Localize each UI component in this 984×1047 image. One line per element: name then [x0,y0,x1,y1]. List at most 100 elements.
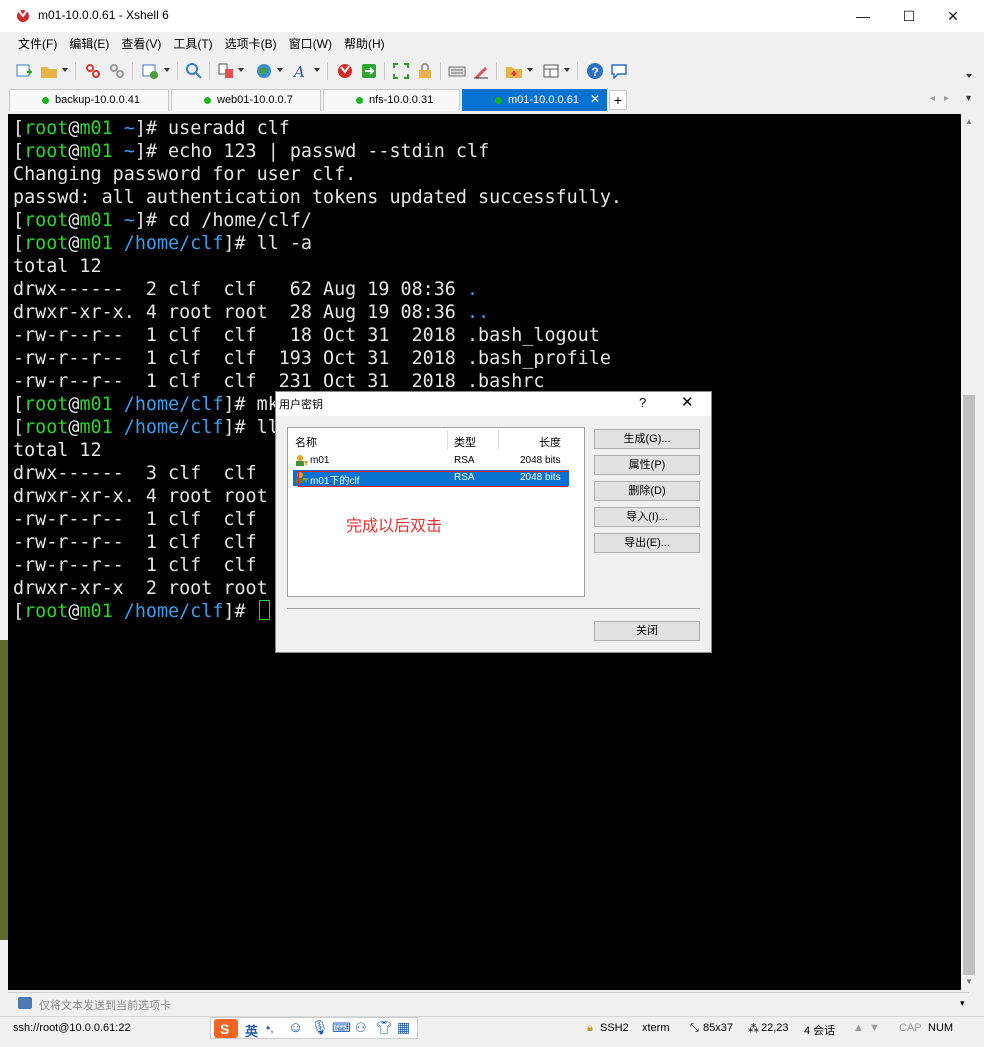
toolbar-separator [577,62,578,80]
add-tab-button[interactable]: + [609,90,627,110]
lock-icon[interactable] [416,62,434,80]
tab-close-icon[interactable]: ✕ [590,92,600,106]
menu-help[interactable]: 帮助(H) [326,32,391,54]
title-bar: m01-10.0.0.61 - Xshell 6 — ☐ ✕ [0,0,984,32]
protocol-label: SSH2 [600,1022,629,1034]
new-tab-folder-icon[interactable] [505,62,523,80]
export-button[interactable]: 导出(E)... [594,533,700,553]
terminal-text-segment: @ [68,394,80,415]
globe-icon[interactable] [255,62,273,80]
scrollbar-thumb[interactable] [963,395,975,975]
new-session-icon[interactable] [15,62,33,80]
chat-icon[interactable] [610,62,628,80]
delete-button[interactable]: 删除(D) [594,481,700,501]
keyboard-icon[interactable]: ⌨ [332,1020,351,1036]
terminal-line: drwxr-xr-x. 4 root root [13,485,268,508]
properties-dropdown-arrow[interactable] [164,68,170,72]
user-icon[interactable]: ⚇ [355,1020,367,1036]
scroll-down-icon[interactable]: ▼ [961,974,977,990]
tab-label: nfs-10.0.0.31 [369,94,434,106]
font-dropdown-arrow[interactable] [314,68,320,72]
terminal-line: Changing password for user clf. [13,163,356,186]
highlight-icon[interactable] [472,62,490,80]
terminal-line: -rw-r--r-- 1 clf clf 231 Oct 31 2018 .ba… [13,370,544,393]
sogou-logo-icon[interactable]: S [214,1019,238,1038]
window-title: m01-10.0.0.61 - Xshell 6 [38,8,169,22]
xshell-icon[interactable] [336,62,354,80]
folder-dropdown-arrow[interactable] [527,68,533,72]
xftp-icon[interactable] [360,62,378,80]
session-count: 4 会话 [804,1025,836,1037]
properties-icon[interactable] [141,62,159,80]
toolbox-icon[interactable]: ▦ [397,1019,410,1036]
column-header-length[interactable]: 长度 [539,434,561,450]
terminal-text-segment: drwxr-xr-x. 4 root root 28 Aug 19 08:36 [13,302,467,323]
key-list[interactable]: 名称 类型 长度 m01 RSA 2048 bits m01下的clf RSA … [287,427,585,597]
terminal-line: [root@m01 /home/clf]# ll [13,416,279,439]
toolbar-separator [177,62,178,80]
layout-icon[interactable] [542,62,560,80]
tab-scroll-right-icon[interactable]: ▸ [944,93,949,104]
column-divider [498,430,499,450]
terminal-text-segment: -rw-r--r-- 1 clf clf 18 Oct 31 2018 .bas… [13,325,600,346]
terminal-line: [root@m01 /home/clf]# mk [13,393,279,416]
terminal-text-segment: m01 [79,601,113,622]
minimize-button[interactable]: — [840,0,886,32]
import-button[interactable]: 导入(I)... [594,507,700,527]
scroll-up-icon[interactable]: ▲ [961,114,977,130]
open-dropdown-arrow[interactable] [62,68,68,72]
dialog-title: 用户密钥 [279,399,323,411]
tab-scroll-left-icon[interactable]: ◂ [930,93,935,104]
fullscreen-icon[interactable] [392,62,410,80]
transfer-dropdown-arrow[interactable] [238,68,244,72]
toolbar-overflow-arrow[interactable] [966,74,972,78]
tab-nfs[interactable]: nfs-10.0.0.31 [323,89,460,111]
tab-m01[interactable]: m01-10.0.0.61 ✕ [462,89,607,111]
properties-button[interactable]: 属性(P) [594,455,700,475]
terminal-line: -rw-r--r-- 1 clf clf [13,508,257,531]
tab-label: web01-10.0.0.7 [217,94,293,106]
emoji-icon[interactable]: ☺ [288,1019,303,1036]
dialog-close-button[interactable]: ✕ [681,393,694,411]
key-length: 2048 bits [520,455,561,466]
ime-punctuation[interactable]: •, [266,1021,274,1035]
column-header-name[interactable]: 名称 [295,434,317,450]
key-type: RSA [454,455,475,466]
xshell-window: m01-10.0.0.61 - Xshell 6 — ☐ ✕ 文件(F) 编辑(… [0,0,984,1047]
maximize-button[interactable]: ☐ [886,0,932,32]
key-row[interactable]: m01 RSA 2048 bits [293,453,569,469]
terminal-text-segment: root [24,417,69,438]
microphone-icon[interactable]: 🎙︎ [311,1019,329,1036]
reconnect-icon[interactable] [108,62,126,80]
globe-dropdown-arrow[interactable] [277,68,283,72]
dialog-help-button[interactable]: ? [639,395,646,410]
skin-icon[interactable]: 👕︎ [376,1020,393,1036]
column-header-type[interactable]: 类型 [454,434,476,450]
ime-language[interactable]: 英 [245,1021,258,1040]
toolbar-separator [496,62,497,80]
find-icon[interactable] [185,62,203,80]
desktop-background-strip [0,640,8,940]
disconnect-icon[interactable] [84,62,102,80]
layout-dropdown-arrow[interactable] [564,68,570,72]
font-icon[interactable]: A [292,62,310,80]
tab-list-dropdown-icon[interactable]: ▾ [966,93,971,104]
keyboard-icon[interactable] [448,62,466,80]
compose-bar[interactable]: 仅将文本发送到当前选项卡 ▾ [8,992,969,1015]
terminal-scrollbar[interactable]: ▲ ▼ [961,114,977,990]
generate-button[interactable]: 生成(G)... [594,429,700,449]
transfer-icon[interactable] [217,62,235,80]
open-folder-icon[interactable] [40,62,58,80]
terminal-text-segment: ]# [223,601,257,622]
terminal-line: [root@m01 ~]# echo 123 | passwd --stdin … [13,140,489,163]
terminal-text-segment: root [24,233,69,254]
help-icon[interactable]: ? [586,62,604,80]
terminal-text-segment: drwx------ 3 clf clf [13,463,257,484]
dialog-close-action-button[interactable]: 关闭 [594,621,700,641]
tab-web01[interactable]: web01-10.0.0.7 [171,89,321,111]
close-button[interactable]: ✕ [930,0,976,32]
compose-dropdown-icon[interactable]: ▾ [960,998,965,1009]
tab-backup[interactable]: backup-10.0.0.41 [9,89,169,111]
terminal-text-segment: ]# mk [223,394,279,415]
